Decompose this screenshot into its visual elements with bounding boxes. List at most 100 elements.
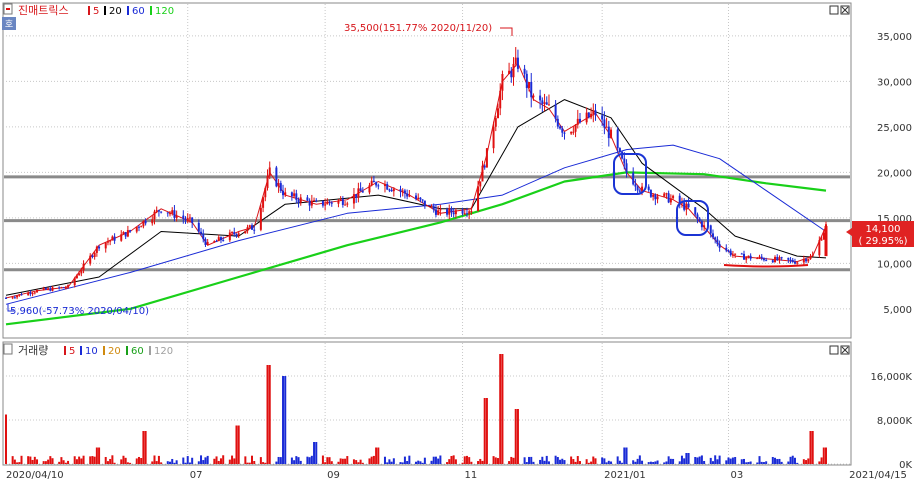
candle-body: [432, 206, 435, 210]
volume-bar: [160, 462, 163, 464]
candle-body: [169, 213, 171, 215]
candle-body: [601, 115, 604, 120]
volume-bar: [282, 376, 285, 464]
candle-body: [20, 294, 23, 296]
candle-body: [528, 81, 531, 89]
volume-bar: [541, 456, 544, 464]
volume-bar: [310, 455, 313, 464]
candle-body: [638, 190, 641, 192]
candle-body: [780, 257, 783, 259]
volume-bar: [206, 455, 209, 464]
candle-body: [510, 70, 513, 78]
volume-panel[interactable]: [2, 341, 852, 466]
candle-body: [297, 199, 300, 203]
volume-bar: [268, 365, 271, 464]
candle-body: [259, 207, 262, 230]
volume-bar: [685, 453, 688, 464]
candle-body: [791, 259, 794, 263]
candle-body: [217, 237, 220, 242]
candle-body: [113, 236, 116, 241]
volume-bar: [173, 462, 176, 464]
volume-bar: [326, 457, 329, 464]
candle-body: [215, 241, 218, 243]
candle-body: [80, 270, 83, 274]
volume-bar: [264, 462, 267, 464]
volume-bar: [454, 459, 457, 464]
volume-bar: [430, 460, 433, 464]
volume-bar: [760, 461, 763, 464]
candle-body: [585, 112, 588, 123]
volume-bar: [698, 456, 701, 464]
volume-bar: [324, 462, 327, 464]
volume-bar: [669, 458, 672, 464]
volume-bar: [494, 457, 497, 464]
volume-bar: [461, 462, 464, 464]
candle-body: [13, 297, 16, 299]
candle-body: [328, 201, 331, 203]
volume-bar: [64, 462, 67, 464]
volume-bar: [44, 461, 47, 464]
candle-body: [359, 188, 362, 192]
volume-bar: [266, 365, 269, 464]
volume-bar: [740, 459, 743, 464]
volume-bar: [262, 462, 265, 464]
candle-body: [494, 118, 497, 127]
volume-bar: [492, 456, 495, 464]
candle-body: [151, 219, 154, 224]
volume-bar: [725, 460, 728, 464]
candle-body: [388, 189, 391, 191]
volume-bar: [277, 456, 280, 464]
candle-body: [547, 104, 550, 106]
legend-swatch: [103, 346, 105, 355]
volume-bar: [16, 462, 19, 464]
volume-bar: [672, 458, 675, 464]
candle-body: [284, 192, 287, 196]
stock-chart[interactable]: 5,00010,00015,00020,00025,00030,00035,00…: [0, 0, 916, 482]
volume-bar: [293, 460, 296, 464]
candle-body: [16, 295, 19, 298]
price-tick-label: 20,000: [877, 168, 912, 179]
candle-body: [437, 210, 440, 215]
volume-bar: [144, 431, 147, 464]
candle-body: [485, 148, 488, 168]
candle-body: [574, 124, 577, 132]
price-panel[interactable]: [2, 2, 852, 339]
last-candle-body: [824, 226, 828, 257]
candle-body: [275, 167, 278, 187]
candle-body: [64, 287, 67, 289]
volume-bar: [33, 456, 36, 464]
candle-body: [516, 57, 519, 69]
candle-body: [714, 237, 717, 240]
price-tick-label: 25,000: [877, 123, 912, 134]
legend-label: 20: [109, 6, 122, 17]
low-annotation: 5,960(-57.73% 2020/04/10): [10, 306, 149, 317]
volume-bar: [284, 376, 287, 464]
volume-bar: [60, 457, 63, 464]
volume-bar: [572, 459, 575, 464]
volume-bar: [27, 456, 30, 464]
volume-bar: [58, 461, 61, 464]
candle-body: [610, 129, 613, 139]
candle-body: [758, 256, 761, 259]
candle-body: [383, 184, 386, 187]
candle-body: [740, 253, 743, 255]
candle-body: [616, 129, 619, 149]
volume-maximize-icon[interactable]: [829, 345, 839, 355]
volume-bar: [499, 354, 502, 464]
candle-body: [106, 241, 109, 243]
candle-body: [157, 210, 160, 212]
volume-bar: [368, 458, 371, 464]
candle-body: [822, 232, 825, 240]
candle-body: [160, 211, 163, 213]
maximize-icon[interactable]: [829, 5, 839, 15]
candle-body: [91, 255, 94, 258]
candle-body: [279, 183, 282, 191]
volume-bar: [634, 461, 637, 464]
candle-body: [470, 211, 473, 213]
candle-body: [570, 131, 573, 134]
volume-bar: [204, 457, 207, 464]
candle-body: [372, 180, 375, 183]
volume-bar: [539, 459, 542, 464]
candle-body: [607, 126, 610, 139]
volume-bar: [743, 458, 745, 464]
